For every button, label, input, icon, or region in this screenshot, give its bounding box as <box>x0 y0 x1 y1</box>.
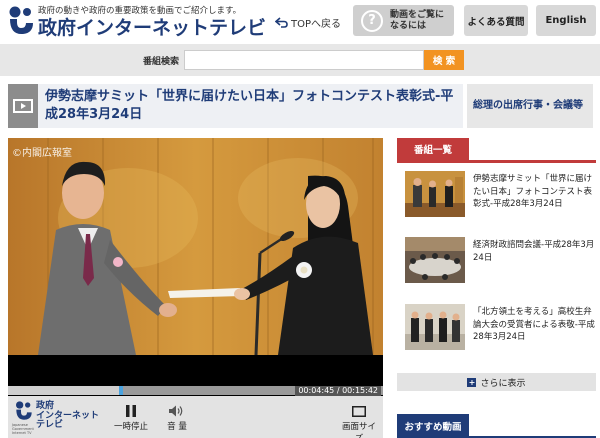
program-title-bar: 伊勢志摩サミット「世界に届けたい日本」フォトコンテスト表彰式-平成28年3月24… <box>8 84 463 128</box>
screen-size-label: 画面サイズ <box>341 422 376 438</box>
program-thumbnail <box>405 171 465 217</box>
search-bar: 番組検索 検 索 <box>0 44 600 76</box>
category-heading[interactable]: 総理の出席行事・会議等 <box>467 84 593 128</box>
recommended-videos-tab[interactable]: おすすめ動画 <box>397 414 469 438</box>
screen-size-icon <box>338 402 380 420</box>
player-logo-name: 政府 インターネット テレビ <box>36 401 100 430</box>
program-list-tab[interactable]: 番組一覧 <box>397 138 469 160</box>
pause-label: 一時停止 <box>113 422 148 432</box>
how-to-watch-button[interactable]: ? 動画をご覧に なるには <box>353 5 454 36</box>
list-item-title: 経済財政諮問会議-平成28年3月24日 <box>473 240 595 263</box>
player-logo-english: Japanese Government Internet TV <box>12 423 34 435</box>
show-more-button[interactable]: + さらに表示 <box>397 373 596 391</box>
search-input[interactable] <box>184 50 424 70</box>
how-to-watch-label: 動画をご覧に なるには <box>390 9 445 31</box>
government-tv-logo-icon[interactable] <box>6 6 34 36</box>
program-list-divider <box>397 160 596 163</box>
page: { "header": { "tagline": "政府の動きや政府の重要政策を… <box>0 0 600 438</box>
current-time: 00:04:45 <box>298 386 335 395</box>
plus-icon: + <box>467 377 477 387</box>
duration: 00:15:42 <box>342 386 378 395</box>
seek-handle[interactable] <box>119 386 123 395</box>
question-icon: ? <box>361 9 383 32</box>
volume-label: 音 量 <box>167 422 187 432</box>
government-tv-logo-icon <box>16 401 32 420</box>
program-list: 番組一覧 伊勢志摩サミット「世界に届けたい日本」フォトコンテスト表彰式-平成28… <box>397 138 596 350</box>
list-item-title: 「北方領土を考える」高校生弁論大会の受賞者による表敬-平成28年3月24日 <box>473 307 595 342</box>
speaker-icon <box>156 402 198 420</box>
faq-button[interactable]: よくある質問 <box>464 5 528 36</box>
search-label: 番組検索 <box>143 57 180 67</box>
ceremony-video-image <box>8 138 383 355</box>
video-camera-icon <box>8 84 38 128</box>
video-frame[interactable]: ©内閣広報室 <box>8 138 383 355</box>
player-control-bar: 政府 インターネット テレビ Japanese Government Inter… <box>8 396 383 438</box>
site-title[interactable]: 政府インターネットテレビ <box>38 13 266 40</box>
site-header: 政府の動きや政府の重要政策を動画でご紹介します。 政府インターネットテレビ TO… <box>0 0 600 42</box>
list-item[interactable]: 「北方領土を考える」高校生弁論大会の受賞者による表敬-平成28年3月24日 <box>405 304 596 354</box>
player-logo: 政府 インターネット テレビ Japanese Government Inter… <box>12 401 102 435</box>
program-title: 伊勢志摩サミット「世界に届けたい日本」フォトコンテスト表彰式-平成28年3月24… <box>45 89 454 122</box>
video-player[interactable]: ©内閣広報室 00:04:45 / 00:15:42 政府 インターネット テレ… <box>8 138 383 438</box>
back-to-top-link[interactable]: TOPへ戻る <box>275 15 341 30</box>
pause-icon <box>110 402 152 420</box>
program-thumbnail <box>405 237 465 283</box>
back-to-top-label: TOPへ戻る <box>291 19 342 30</box>
return-arrow-icon <box>275 17 288 28</box>
copyright-caption: ©内閣広報室 <box>12 148 72 159</box>
seek-progress <box>8 386 121 395</box>
list-item-title: 伊勢志摩サミット「世界に届けたい日本」フォトコンテスト表彰式-平成28年3月24… <box>473 174 593 209</box>
list-item[interactable]: 経済財政諮問会議-平成28年3月24日 <box>405 237 596 287</box>
screen-size-button[interactable]: 画面サイズ <box>338 402 380 438</box>
volume-button[interactable]: 音 量 <box>156 402 198 436</box>
program-thumbnail <box>405 304 465 350</box>
search-button[interactable]: 検 索 <box>424 50 464 70</box>
show-more-label: さらに表示 <box>480 378 526 389</box>
english-button[interactable]: English <box>536 5 596 36</box>
time-display: 00:04:45 / 00:15:42 <box>295 386 381 396</box>
pause-button[interactable]: 一時停止 <box>110 402 152 436</box>
list-item[interactable]: 伊勢志摩サミット「世界に届けたい日本」フォトコンテスト表彰式-平成28年3月24… <box>405 171 596 221</box>
